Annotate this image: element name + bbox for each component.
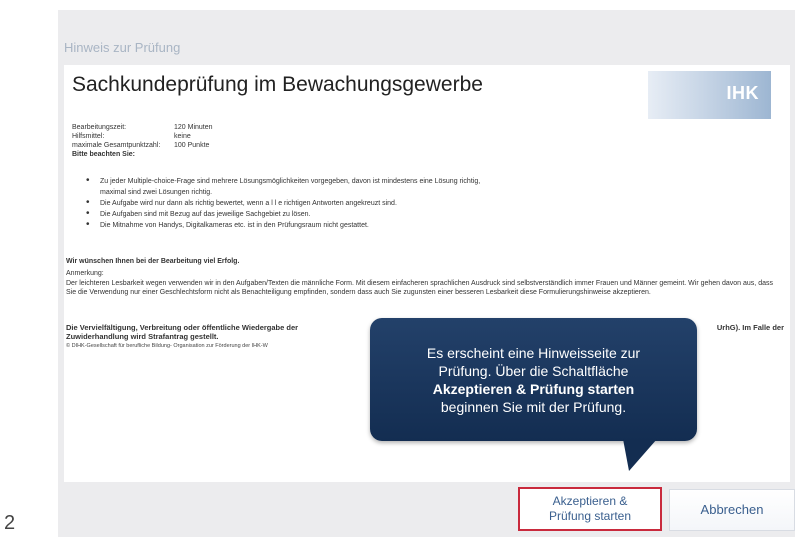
copyright-right: UrhG). Im Falle der — [716, 323, 784, 332]
rule-item-continuation: maximal sind zwei Lösungen richtig. — [86, 187, 766, 198]
rule-item: Die Aufgabe wird nur dann als richtig be… — [86, 197, 766, 209]
ihk-logo-text: IHK — [726, 83, 759, 103]
callout-pointer — [623, 439, 657, 471]
rule-item: Zu jeder Multiple-choice-Frage sind mehr… — [86, 175, 766, 187]
cancel-button[interactable]: Abbrechen — [669, 489, 795, 531]
ihk-logo: IHK — [648, 71, 771, 119]
info-value: keine — [174, 133, 191, 140]
callout-line: beginnen Sie mit der Prüfung. — [440, 399, 627, 415]
copyright-left: Die Vervielfältigung, Verbreitung oder ö… — [66, 323, 299, 332]
callout-line: Prüfung. Über die Schaltfläche — [438, 363, 629, 379]
info-row: Bearbeitungszeit: 120 Minuten — [72, 123, 213, 132]
good-luck-text: Wir wünschen Ihnen bei der Bearbeitung v… — [66, 258, 240, 265]
callout-highlight: Akzeptieren & Prüfung starten — [432, 381, 635, 397]
copyright-small: © DIHK-Gesellschaft für berufliche Bildu… — [66, 343, 268, 349]
note-text: Der leichteren Lesbarkeit wegen verwende… — [66, 280, 773, 296]
rule-item: Die Aufgaben sind mit Bezug auf das jewe… — [86, 208, 766, 220]
exam-notice-dialog: Hinweis zur Prüfung Sachkundeprüfung im … — [58, 10, 795, 537]
info-label: Hilfsmittel: — [72, 133, 105, 140]
info-label: Bearbeitungszeit: — [72, 124, 127, 131]
dialog-title: Hinweis zur Prüfung — [64, 40, 181, 55]
rule-item: Die Mitnahme von Handys, Digitalkameras … — [86, 219, 766, 231]
note-label: Anmerkung: — [66, 270, 104, 277]
info-row: Hilfsmittel: keine — [72, 132, 213, 141]
rules-list: Zu jeder Multiple-choice-Frage sind mehr… — [86, 175, 766, 231]
attention-heading: Bitte beachten Sie: — [72, 151, 136, 158]
info-value: 120 Minuten — [174, 124, 213, 131]
info-label: maximale Gesamtpunktzahl: — [72, 142, 161, 149]
callout-line: Es erscheint eine Hinweisseite zur — [426, 345, 641, 361]
accept-and-start-button[interactable]: Akzeptieren & Prüfung starten — [518, 487, 662, 531]
step-number: 2 — [4, 512, 16, 534]
accept-button-label: Prüfung starten — [548, 509, 632, 523]
tutorial-callout: Es erscheint eine Hinweisseite zur Prüfu… — [370, 318, 697, 441]
rule-continuation-text: maximal sind zwei Lösungen richtig. — [100, 189, 213, 196]
info-row: maximale Gesamtpunktzahl: 100 Punkte — [72, 141, 213, 150]
exam-info: Bearbeitungszeit: 120 Minuten Hilfsmitte… — [72, 123, 213, 159]
accept-button-label: Akzeptieren & — [552, 494, 628, 508]
info-value: 100 Punkte — [174, 142, 210, 149]
document-heading: Sachkundeprüfung im Bewachungsgewerbe — [72, 73, 483, 96]
